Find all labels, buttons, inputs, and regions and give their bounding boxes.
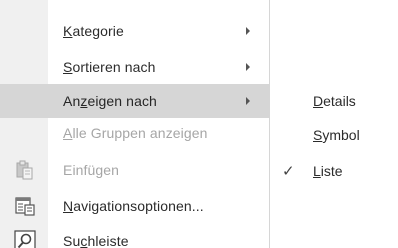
menu-item-einfuegen[interactable]: Einfügen [0, 153, 270, 187]
menu-item-kategorie[interactable]: Kategorie [0, 14, 270, 48]
navigation-options-icon [14, 195, 36, 217]
menu-item-anzeigen-nach[interactable]: Anzeigen nach [0, 84, 270, 118]
menu-item-label: Suchleiste [63, 233, 129, 248]
submenu-item-label: Details [313, 93, 356, 109]
menu-item-suchleiste[interactable]: Suchleiste [0, 224, 270, 248]
menu-item-label: Sortieren nach [63, 59, 156, 75]
menu-item-label: Kategorie [63, 23, 124, 39]
submenu-arrow-icon [246, 27, 250, 35]
submenu-item-symbol[interactable]: Symbol [270, 118, 398, 152]
submenu-item-label: Liste [313, 163, 343, 179]
menu-item-sortieren-nach[interactable]: Sortieren nach [0, 50, 270, 84]
menu-item-label: Navigationsoptionen... [63, 198, 204, 214]
submenu-item-liste[interactable]: ✓ Liste [270, 154, 398, 188]
checkmark-icon: ✓ [282, 163, 295, 180]
menu-item-alle-gruppen-anzeigen[interactable]: Alle Gruppen anzeigen [0, 116, 270, 150]
menu-item-navigationsoptionen[interactable]: Navigationsoptionen... [0, 189, 270, 223]
submenu-item-details[interactable]: Details [270, 84, 398, 118]
submenu-arrow-icon [246, 97, 250, 105]
menu-item-label: Alle Gruppen anzeigen [63, 125, 208, 141]
menu-item-label: Anzeigen nach [63, 93, 157, 109]
context-menu: Kategorie Sortieren nach Anzeigen nach A… [0, 0, 270, 248]
submenu-anzeigen-nach: Details Symbol ✓ Liste [270, 84, 398, 202]
menu-item-label: Einfügen [63, 162, 120, 178]
search-icon [14, 230, 36, 248]
paste-icon [14, 159, 36, 181]
submenu-item-label: Symbol [313, 127, 360, 143]
submenu-arrow-icon [246, 63, 250, 71]
